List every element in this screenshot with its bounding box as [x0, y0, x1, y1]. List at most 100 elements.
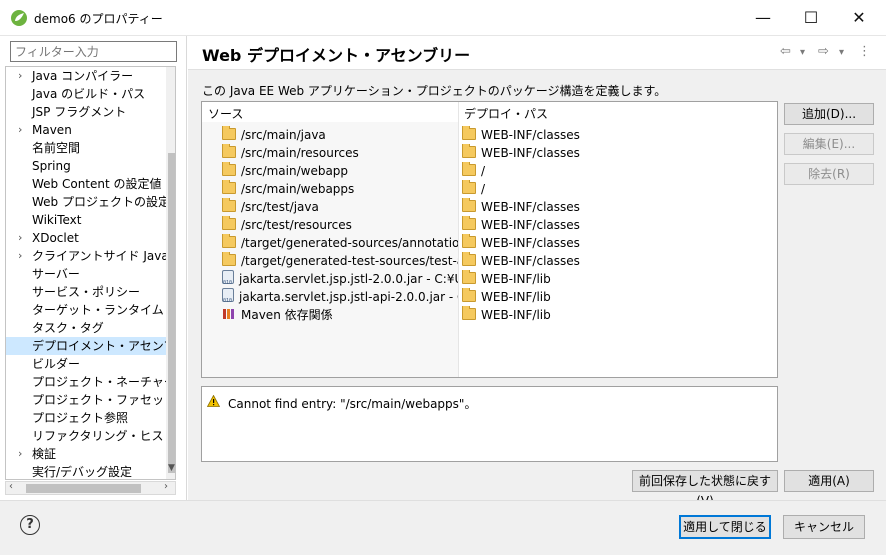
minimize-button[interactable]: —	[740, 0, 786, 34]
tree-hscroll-thumb[interactable]	[26, 484, 141, 493]
deploy-path: WEB-INF/lib	[481, 290, 551, 304]
tree-item[interactable]: Web プロジェクトの設定	[6, 193, 170, 211]
tree-item[interactable]: › クライアントサイド JavaScript	[6, 247, 175, 265]
add-button[interactable]: 追加(D)...	[784, 103, 874, 125]
tree-item-label: ターゲット・ランタイム	[32, 303, 164, 317]
column-divider[interactable]	[458, 102, 459, 377]
expand-chevron-icon[interactable]: ›	[18, 229, 28, 247]
tree-item[interactable]: デプロイメント・アセンブリー	[6, 337, 175, 355]
scroll-down-icon[interactable]: ▼	[168, 463, 175, 473]
table-row-source[interactable]: /src/test/java	[222, 198, 458, 216]
tree-item[interactable]: サービス・ポリシー	[6, 283, 166, 301]
restore-defaults-button[interactable]: 前回保存した状態に戻す(V)	[632, 470, 778, 508]
view-menu-icon[interactable]: ⋮	[858, 44, 871, 59]
table-row-deploy-path[interactable]: WEB-INF/classes	[462, 126, 772, 144]
tree-item-label: タスク・タグ	[32, 321, 104, 335]
edit-button[interactable]: 編集(E)...	[784, 133, 874, 155]
folder-icon	[222, 126, 236, 140]
expand-chevron-icon[interactable]: ›	[18, 247, 28, 265]
table-row-source[interactable]: /src/main/java	[222, 126, 458, 144]
table-row-source[interactable]: /src/main/webapps	[222, 180, 458, 198]
tree-item-label: 検証	[32, 447, 57, 461]
tree-item[interactable]: ビルダー	[6, 355, 166, 373]
folder-icon	[222, 144, 236, 158]
table-row-deploy-path[interactable]: WEB-INF/lib	[462, 270, 772, 288]
forward-dropdown-icon[interactable]: ▾	[839, 47, 844, 58]
expand-chevron-icon[interactable]: ›	[18, 67, 28, 85]
table-row-source[interactable]: /src/main/webapp	[222, 162, 458, 180]
table-row-deploy-path[interactable]: WEB-INF/classes	[462, 144, 772, 162]
table-row-source[interactable]: Maven 依存関係	[222, 306, 458, 324]
filter-input[interactable]	[10, 41, 177, 62]
tree-item[interactable]: 実行/デバッグ設定	[6, 463, 166, 479]
table-row-deploy-path[interactable]: /	[462, 180, 772, 198]
tree-item[interactable]: サーバー	[6, 265, 166, 283]
tree-item[interactable]: Web Content の設定値	[6, 175, 166, 193]
jar-file-icon	[222, 288, 234, 306]
table-row-deploy-path[interactable]: WEB-INF/lib	[462, 288, 772, 306]
table-row-source[interactable]: /src/test/resources	[222, 216, 458, 234]
property-nav-pane: › Java コンパイラー Java のビルド・パス JSP フラグメント › Maven…	[0, 36, 187, 500]
tree-horizontal-scrollbar[interactable]: ‹ ›	[5, 481, 176, 495]
table-row-source[interactable]: jakarta.servlet.jsp.jstl-api-2.0.0.jar -…	[222, 288, 458, 306]
tree-item-label: Spring	[32, 159, 71, 173]
page-header: Web デプロイメント・アセンブリー ⇦ ▾ ⇨ ▾ ⋮	[188, 36, 886, 70]
warning-icon	[207, 395, 220, 407]
apply-and-close-button[interactable]: 適用して閉じる	[679, 515, 771, 539]
maven-library-icon	[222, 307, 236, 319]
forward-arrow-icon[interactable]: ⇨	[818, 44, 829, 59]
expand-chevron-icon[interactable]: ›	[18, 445, 28, 463]
help-icon[interactable]: ?	[20, 515, 40, 535]
tree-item[interactable]: 名前空間	[6, 139, 166, 157]
tree-item[interactable]: › Java コンパイラー	[6, 67, 166, 85]
cancel-button[interactable]: キャンセル	[783, 515, 865, 539]
folder-icon	[462, 288, 476, 302]
tree-item[interactable]: › Maven	[6, 121, 166, 139]
table-row-deploy-path[interactable]: WEB-INF/classes	[462, 252, 772, 270]
table-row-deploy-path[interactable]: WEB-INF/classes	[462, 234, 772, 252]
table-row-source[interactable]: /target/generated-test-sources/test-anno…	[222, 252, 458, 270]
table-row-deploy-path[interactable]: /	[462, 162, 772, 180]
folder-icon	[462, 144, 476, 158]
table-row-source[interactable]: /src/main/resources	[222, 144, 458, 162]
apply-button[interactable]: 適用(A)	[784, 470, 874, 492]
back-arrow-icon[interactable]: ⇦	[780, 44, 791, 59]
tree-item-label: クライアントサイド JavaScript	[32, 249, 176, 263]
table-row-deploy-path[interactable]: WEB-INF/lib	[462, 306, 772, 324]
tree-item[interactable]: WikiText	[6, 211, 166, 229]
tree-item[interactable]: › XDoclet	[6, 229, 166, 247]
tree-scroll-thumb[interactable]	[168, 153, 175, 473]
tree-item[interactable]: プロジェクト・ファセット	[6, 391, 175, 409]
tree-item[interactable]: プロジェクト参照	[6, 409, 166, 427]
tree-item[interactable]: ターゲット・ランタイム	[6, 301, 166, 319]
deploy-path: WEB-INF/lib	[481, 308, 551, 322]
remove-button[interactable]: 除去(R)	[784, 163, 874, 185]
tree-item[interactable]: Spring	[6, 157, 166, 175]
tree-item-label: プロジェクト・ネーチャー	[32, 375, 176, 389]
expand-chevron-icon[interactable]: ›	[18, 121, 28, 139]
source-path: /src/test/resources	[241, 218, 352, 232]
tree-item[interactable]: JSP フラグメント	[6, 103, 166, 121]
tree-item-label: プロジェクト・ファセット	[32, 393, 176, 407]
close-button[interactable]: ✕	[836, 0, 882, 34]
tree-item[interactable]: Java のビルド・パス	[6, 85, 166, 103]
sort-ascending-icon: ⌃	[325, 101, 334, 109]
column-header-source[interactable]: ソース	[208, 105, 243, 122]
scroll-left-icon[interactable]: ‹	[9, 481, 13, 492]
back-dropdown-icon[interactable]: ▾	[800, 47, 805, 58]
tree-item[interactable]: › 検証	[6, 445, 166, 463]
tree-item[interactable]: プロジェクト・ネーチャー	[6, 373, 175, 391]
table-row-deploy-path[interactable]: WEB-INF/classes	[462, 216, 772, 234]
table-row-deploy-path[interactable]: WEB-INF/classes	[462, 198, 772, 216]
table-row-source[interactable]: jakarta.servlet.jsp.jstl-2.0.0.jar - C:¥…	[222, 270, 458, 288]
column-header-deploy-path[interactable]: デプロイ・パス	[464, 105, 548, 122]
folder-icon	[462, 270, 476, 284]
tree-item[interactable]: リファクタリング・ヒストリー	[6, 427, 175, 445]
table-row-source[interactable]: /target/generated-sources/annotations	[222, 234, 458, 252]
scroll-right-icon[interactable]: ›	[164, 481, 168, 492]
folder-icon	[222, 234, 236, 248]
maximize-button[interactable]: ☐	[788, 0, 834, 34]
tree-item-label: ビルダー	[32, 357, 81, 371]
tree-item[interactable]: タスク・タグ	[6, 319, 166, 337]
folder-icon	[462, 234, 476, 248]
